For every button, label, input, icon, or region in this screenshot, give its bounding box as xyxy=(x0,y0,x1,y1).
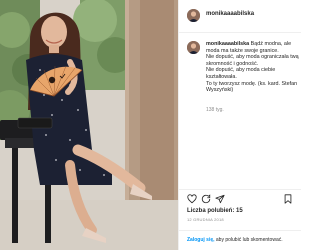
post-photo[interactable] xyxy=(0,0,178,250)
caption-line-4: skromność i godność. xyxy=(206,60,259,67)
caption-line-5: Nie dopuść, aby moda ciebie xyxy=(206,67,276,74)
caption-line-7: To ty tworzysz modę. (ks. kard. Stefan xyxy=(206,80,298,87)
post-header: monikaaaabilska xyxy=(179,0,301,33)
caption-line-6: kształtowała. xyxy=(206,73,237,80)
login-prompt-text: aby polubić lub skomentować. xyxy=(214,237,283,243)
login-prompt: Zaloguj się, aby polubić lub skomentować… xyxy=(179,230,301,250)
avatar[interactable] xyxy=(187,9,200,22)
bookmark-icon[interactable] xyxy=(283,194,293,204)
likes-count[interactable]: Liczba polubień: 15 xyxy=(187,208,243,214)
login-link[interactable]: Zaloguj się, xyxy=(187,237,215,243)
post-caption: monikaaaabilska Bądź modna, ale moda ma … xyxy=(206,41,299,94)
caption-username[interactable]: monikaaaabilska xyxy=(206,41,249,47)
post-panel: monikaaaabilska monikaaaabilska Bądź mod… xyxy=(178,0,301,250)
caption-line-1: Bądź modna, ale xyxy=(250,41,292,47)
post-date: 12 GRUDNIA 2018 xyxy=(187,217,224,222)
caption-age: 138 tyg. xyxy=(206,107,224,113)
heart-icon[interactable] xyxy=(187,194,197,204)
comment-icon[interactable] xyxy=(201,194,211,204)
header-username[interactable]: monikaaaabilska xyxy=(206,11,254,17)
caption-line-3: Nie dopuść, aby moda ograniczała twą xyxy=(206,54,299,61)
caption-line-2: moda ma także swoje granice. xyxy=(206,47,279,54)
share-icon[interactable] xyxy=(215,194,225,204)
caption-line-8: Wyszyński) xyxy=(206,87,234,94)
caption-avatar[interactable] xyxy=(187,41,200,54)
